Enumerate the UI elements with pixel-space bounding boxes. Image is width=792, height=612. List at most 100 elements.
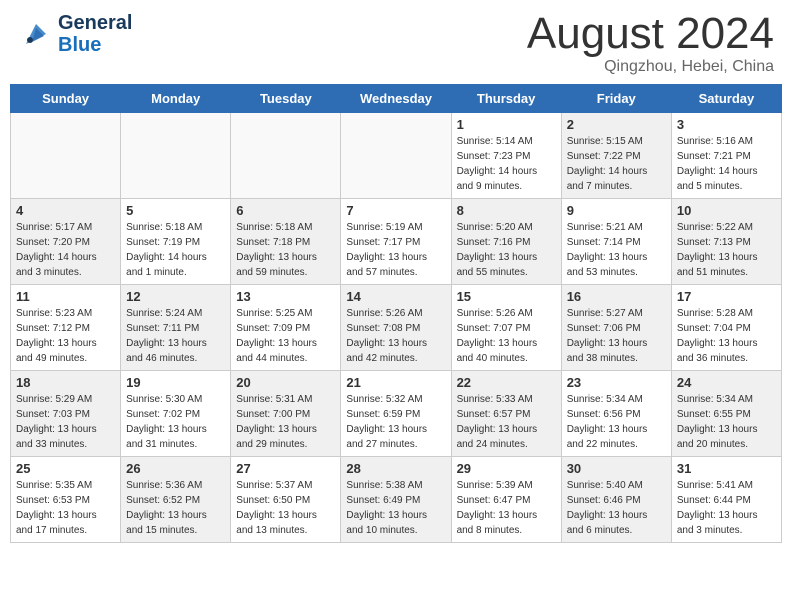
day-number: 8 <box>457 203 556 218</box>
day-cell-22: 22Sunrise: 5:33 AM Sunset: 6:57 PM Dayli… <box>451 371 561 457</box>
logo-blue: Blue <box>58 34 132 56</box>
day-number: 2 <box>567 117 666 132</box>
day-number: 20 <box>236 375 335 390</box>
day-cell-13: 13 Sunrise: 5:25 AM Sunset: 7:09 PM Dayli… <box>231 285 341 371</box>
day-cell-21: 21 Sunrise: 5:32 AM Sunset: 6:59 PM Dayli… <box>341 371 451 457</box>
day-cell-3: 3 Sunrise: 5:16 AM Sunset: 7:21 PM Daylig… <box>671 113 781 199</box>
day-cell-31: 31 Sunrise: 5:41 AM Sunset: 6:44 PM Dayli… <box>671 457 781 543</box>
day-number: 16 <box>567 289 666 304</box>
empty-cell <box>231 113 341 199</box>
title-area: August 2024 Qingzhou, Hebei, China <box>527 12 774 76</box>
day-info: Sunrise: 5:34 AM Sunset: 6:56 PM Dayligh… <box>567 392 666 452</box>
day-cell-29: 29Sunrise: 5:39 AM Sunset: 6:47 PM Dayli… <box>451 457 561 543</box>
day-info: Sunrise: 5:26 AM Sunset: 7:08 PM Dayligh… <box>346 306 445 366</box>
day-number: 6 <box>236 203 335 218</box>
day-info: Sunrise: 5:20 AM Sunset: 7:16 PM Dayligh… <box>457 220 556 280</box>
week-row-4: 18 Sunrise: 5:29 AM Sunset: 7:03 PM Dayli… <box>11 371 782 457</box>
day-number: 12 <box>126 289 225 304</box>
day-number: 3 <box>677 117 776 132</box>
day-number: 24 <box>677 375 776 390</box>
day-info: Sunrise: 5:30 AM Sunset: 7:02 PM Dayligh… <box>126 392 225 452</box>
day-number: 11 <box>16 289 115 304</box>
day-info: Sunrise: 5:27 AM Sunset: 7:06 PM Dayligh… <box>567 306 666 366</box>
day-cell-16: 16 Sunrise: 5:27 AM Sunset: 7:06 PM Dayli… <box>561 285 671 371</box>
day-header-row: SundayMondayTuesdayWednesdayThursdayFrid… <box>11 85 782 113</box>
day-info: Sunrise: 5:24 AM Sunset: 7:11 PM Dayligh… <box>126 306 225 366</box>
day-info: Sunrise: 5:18 AM Sunset: 7:18 PM Dayligh… <box>236 220 335 280</box>
day-cell-4: 4 Sunrise: 5:17 AM Sunset: 7:20 PM Daylig… <box>11 199 121 285</box>
day-cell-12: 12 Sunrise: 5:24 AM Sunset: 7:11 PM Dayli… <box>121 285 231 371</box>
day-cell-11: 11 Sunrise: 5:23 AM Sunset: 7:12 PM Dayli… <box>11 285 121 371</box>
day-info: Sunrise: 5:17 AM Sunset: 7:20 PM Dayligh… <box>16 220 115 280</box>
day-number: 31 <box>677 461 776 476</box>
week-row-3: 11 Sunrise: 5:23 AM Sunset: 7:12 PM Dayli… <box>11 285 782 371</box>
day-number: 9 <box>567 203 666 218</box>
day-info: Sunrise: 5:22 AM Sunset: 7:13 PM Dayligh… <box>677 220 776 280</box>
day-header-tuesday: Tuesday <box>231 85 341 113</box>
day-cell-26: 26 Sunrise: 5:36 AM Sunset: 6:52 PM Dayli… <box>121 457 231 543</box>
week-row-2: 4 Sunrise: 5:17 AM Sunset: 7:20 PM Daylig… <box>11 199 782 285</box>
day-cell-5: 5 Sunrise: 5:18 AM Sunset: 7:19 PM Daylig… <box>121 199 231 285</box>
day-header-monday: Monday <box>121 85 231 113</box>
day-cell-30: 30 Sunrise: 5:40 AM Sunset: 6:46 PM Dayli… <box>561 457 671 543</box>
day-cell-20: 20 Sunrise: 5:31 AM Sunset: 7:00 PM Dayli… <box>231 371 341 457</box>
day-info: Sunrise: 5:26 AM Sunset: 7:07 PM Dayligh… <box>457 306 556 366</box>
day-info: Sunrise: 5:18 AM Sunset: 7:19 PM Dayligh… <box>126 220 225 280</box>
day-info: Sunrise: 5:33 AM Sunset: 6:57 PM Dayligh… <box>457 392 556 452</box>
day-number: 28 <box>346 461 445 476</box>
day-number: 7 <box>346 203 445 218</box>
day-number: 19 <box>126 375 225 390</box>
day-number: 10 <box>677 203 776 218</box>
day-cell-8: 8 Sunrise: 5:20 AM Sunset: 7:16 PM Daylig… <box>451 199 561 285</box>
day-info: Sunrise: 5:37 AM Sunset: 6:50 PM Dayligh… <box>236 478 335 538</box>
day-info: Sunrise: 5:35 AM Sunset: 6:53 PM Dayligh… <box>16 478 115 538</box>
day-cell-18: 18 Sunrise: 5:29 AM Sunset: 7:03 PM Dayli… <box>11 371 121 457</box>
day-number: 23 <box>567 375 666 390</box>
week-row-1: 1 Sunrise: 5:14 AM Sunset: 7:23 PM Daylig… <box>11 113 782 199</box>
day-header-wednesday: Wednesday <box>341 85 451 113</box>
day-info: Sunrise: 5:34 AM Sunset: 6:55 PM Dayligh… <box>677 392 776 452</box>
empty-cell <box>341 113 451 199</box>
location-subtitle: Qingzhou, Hebei, China <box>527 58 774 76</box>
day-number: 5 <box>126 203 225 218</box>
day-info: Sunrise: 5:21 AM Sunset: 7:14 PM Dayligh… <box>567 220 666 280</box>
day-info: Sunrise: 5:32 AM Sunset: 6:59 PM Dayligh… <box>346 392 445 452</box>
day-cell-7: 7 Sunrise: 5:19 AM Sunset: 7:17 PM Daylig… <box>341 199 451 285</box>
day-cell-27: 27 Sunrise: 5:37 AM Sunset: 6:50 PM Dayli… <box>231 457 341 543</box>
day-number: 29 <box>457 461 556 476</box>
day-cell-25: 25Sunrise: 5:35 AM Sunset: 6:53 PM Dayli… <box>11 457 121 543</box>
logo-general: General <box>58 12 132 34</box>
day-info: Sunrise: 5:40 AM Sunset: 6:46 PM Dayligh… <box>567 478 666 538</box>
day-info: Sunrise: 5:41 AM Sunset: 6:44 PM Dayligh… <box>677 478 776 538</box>
empty-cell <box>11 113 121 199</box>
day-info: Sunrise: 5:36 AM Sunset: 6:52 PM Dayligh… <box>126 478 225 538</box>
day-cell-14: 14 Sunrise: 5:26 AM Sunset: 7:08 PM Dayli… <box>341 285 451 371</box>
day-info: Sunrise: 5:31 AM Sunset: 7:00 PM Dayligh… <box>236 392 335 452</box>
day-cell-28: 28Sunrise: 5:38 AM Sunset: 6:49 PM Dayli… <box>341 457 451 543</box>
day-info: Sunrise: 5:25 AM Sunset: 7:09 PM Dayligh… <box>236 306 335 366</box>
day-info: Sunrise: 5:19 AM Sunset: 7:17 PM Dayligh… <box>346 220 445 280</box>
day-number: 1 <box>457 117 556 132</box>
day-cell-24: 24 Sunrise: 5:34 AM Sunset: 6:55 PM Dayli… <box>671 371 781 457</box>
day-cell-19: 19 Sunrise: 5:30 AM Sunset: 7:02 PM Dayli… <box>121 371 231 457</box>
day-info: Sunrise: 5:14 AM Sunset: 7:23 PM Dayligh… <box>457 134 556 194</box>
day-number: 4 <box>16 203 115 218</box>
day-info: Sunrise: 5:28 AM Sunset: 7:04 PM Dayligh… <box>677 306 776 366</box>
day-number: 13 <box>236 289 335 304</box>
day-number: 18 <box>16 375 115 390</box>
day-number: 30 <box>567 461 666 476</box>
day-cell-15: 15Sunrise: 5:26 AM Sunset: 7:07 PM Dayli… <box>451 285 561 371</box>
day-header-sunday: Sunday <box>11 85 121 113</box>
day-info: Sunrise: 5:29 AM Sunset: 7:03 PM Dayligh… <box>16 392 115 452</box>
day-number: 27 <box>236 461 335 476</box>
day-info: Sunrise: 5:16 AM Sunset: 7:21 PM Dayligh… <box>677 134 776 194</box>
day-header-friday: Friday <box>561 85 671 113</box>
day-info: Sunrise: 5:23 AM Sunset: 7:12 PM Dayligh… <box>16 306 115 366</box>
day-cell-10: 10 Sunrise: 5:22 AM Sunset: 7:13 PM Dayli… <box>671 199 781 285</box>
day-number: 26 <box>126 461 225 476</box>
day-info: Sunrise: 5:15 AM Sunset: 7:22 PM Dayligh… <box>567 134 666 194</box>
day-number: 14 <box>346 289 445 304</box>
day-cell-1: 1 Sunrise: 5:14 AM Sunset: 7:23 PM Daylig… <box>451 113 561 199</box>
day-number: 21 <box>346 375 445 390</box>
day-cell-9: 9 Sunrise: 5:21 AM Sunset: 7:14 PM Daylig… <box>561 199 671 285</box>
